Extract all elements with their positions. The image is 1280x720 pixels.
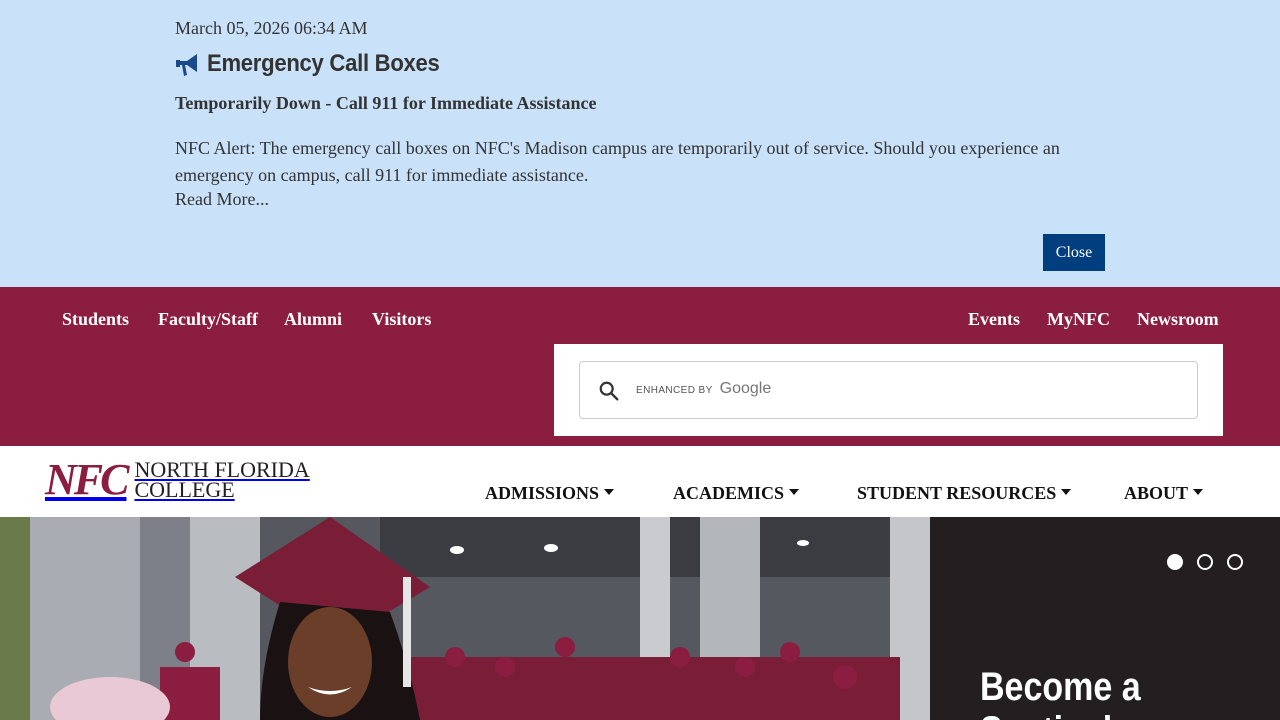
main-navigation: NFC NORTH FLORIDA COLLEGE ADMISSIONS ACA… <box>0 446 1280 517</box>
nav-student-resources[interactable]: STUDENT RESOURCES <box>857 483 1072 504</box>
carousel-dot-2[interactable] <box>1197 554 1213 570</box>
search-provider: Google <box>719 380 772 397</box>
utility-link-faculty-staff[interactable]: Faculty/Staff <box>158 309 258 330</box>
utility-link-visitors[interactable]: Visitors <box>372 309 431 330</box>
alert-body: NFC Alert: The emergency call boxes on N… <box>175 138 1060 185</box>
search-enhanced-by: ENHANCED BY <box>636 385 713 396</box>
chevron-down-icon <box>1061 488 1072 495</box>
carousel-indicators <box>1167 554 1243 570</box>
nav-academics-label: ACADEMICS <box>673 483 785 503</box>
hero-carousel: Become a Sentinel <box>0 517 1280 720</box>
nav-about[interactable]: ABOUT <box>1124 483 1204 504</box>
nav-admissions[interactable]: ADMISSIONS <box>485 483 615 504</box>
utility-link-students[interactable]: Students <box>62 309 129 330</box>
megaphone-icon <box>176 54 197 76</box>
utility-link-mynfc[interactable]: MyNFC <box>1047 309 1110 330</box>
carousel-dot-1[interactable] <box>1167 554 1183 570</box>
utility-link-newsroom[interactable]: Newsroom <box>1137 309 1219 330</box>
utility-link-events[interactable]: Events <box>968 309 1020 330</box>
alert-title: Emergency Call Boxes <box>207 50 440 77</box>
alert-subtitle: Temporarily Down - Call 911 for Immediat… <box>175 93 597 113</box>
hero-heading: Become a Sentinel <box>980 665 1141 720</box>
logo-mark: NFC <box>45 455 130 504</box>
nav-admissions-label: ADMISSIONS <box>485 483 600 503</box>
search-placeholder: ENHANCED BY Google <box>636 380 771 398</box>
emergency-alert-banner: March 05, 2026 06:34 AM Emergency Call B… <box>0 0 1280 287</box>
utility-link-alumni[interactable]: Alumni <box>284 309 342 330</box>
logo-line-2: COLLEGE <box>134 477 235 502</box>
close-alert-button[interactable]: Close <box>1043 234 1105 271</box>
logo-text: NORTH FLORIDA COLLEGE <box>134 459 309 502</box>
search-input[interactable]: ENHANCED BY Google <box>579 361 1198 419</box>
chevron-down-icon <box>1193 488 1204 495</box>
hero-photo-graduate <box>0 517 930 720</box>
nav-academics[interactable]: ACADEMICS <box>673 483 800 504</box>
read-more-link[interactable]: Read More... <box>175 189 269 210</box>
graduation-photo-illustration <box>0 517 930 720</box>
chevron-down-icon <box>604 488 615 495</box>
search-container: ENHANCED BY Google <box>554 344 1223 436</box>
search-icon[interactable] <box>598 380 620 402</box>
alert-date: March 05, 2026 06:34 AM <box>175 18 368 38</box>
college-logo[interactable]: NFC NORTH FLORIDA COLLEGE <box>45 455 310 504</box>
utility-bar: Students Faculty/Staff Alumni Visitors E… <box>0 287 1280 446</box>
nav-about-label: ABOUT <box>1124 483 1189 503</box>
chevron-down-icon <box>789 488 800 495</box>
carousel-dot-3[interactable] <box>1227 554 1243 570</box>
nav-student-resources-label: STUDENT RESOURCES <box>857 483 1057 503</box>
alert-title-row: Emergency Call Boxes <box>175 50 460 78</box>
